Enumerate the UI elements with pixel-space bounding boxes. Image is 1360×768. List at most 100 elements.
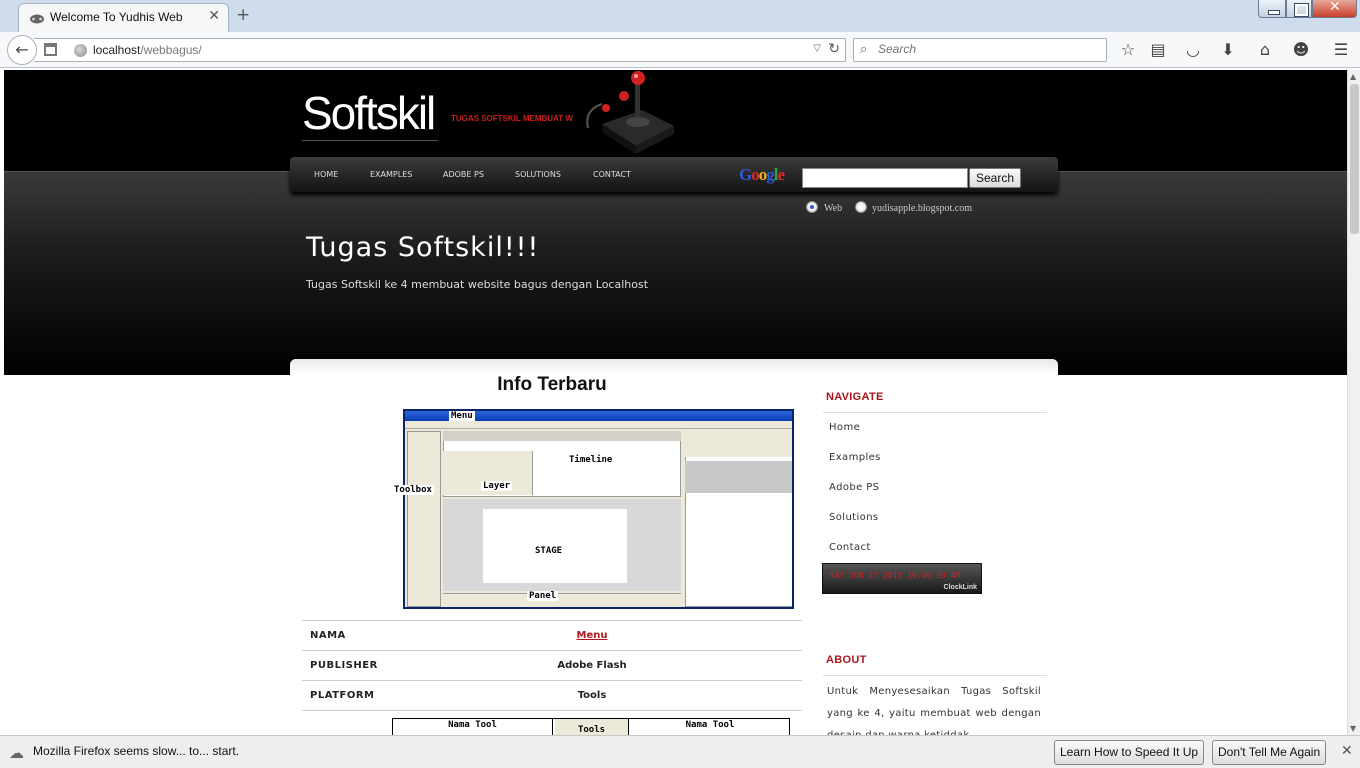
browser-searchbar[interactable]: ⌕ — [853, 38, 1107, 62]
nav-item-solutions[interactable]: SOLUTIONS — [515, 170, 561, 179]
flash-library-header — [685, 431, 792, 457]
pocket-icon[interactable]: ◡ — [1182, 40, 1204, 62]
nav-item-contact[interactable]: CONTACT — [593, 170, 631, 179]
library-icon[interactable] — [44, 43, 57, 56]
window-minimize-button[interactable] — [1258, 0, 1286, 18]
search-input[interactable] — [878, 42, 1098, 56]
flash-library-preview — [685, 461, 792, 493]
browser-tab[interactable]: Welcome To Yudhis Web ✕ — [18, 3, 229, 32]
google-search-button[interactable]: Search — [969, 168, 1021, 188]
flash-properties-panel — [443, 593, 681, 607]
hero-subtitle: Tugas Softskil ke 4 membuat website bagu… — [306, 278, 649, 291]
sidebar-divider — [823, 412, 1047, 413]
browser-navbar: localhost/webbagus/ ▽ ↻ ← ⌕ ☆ ▤ ◡ ⬇ ⌂ ☻ … — [0, 32, 1360, 68]
tool-name-header: Nama Tool — [448, 720, 497, 730]
flash-menu-strip — [405, 421, 792, 429]
radio-web-label: Web — [824, 203, 843, 214]
flash-label-timeline: Timeline — [567, 455, 615, 465]
tool-table-cell: Tools — [555, 719, 629, 735]
notification-bar: ☁ Mozilla Firefox seems slow... to... st… — [0, 735, 1360, 768]
radio-site[interactable] — [855, 201, 867, 213]
hero-title: Tugas Softskil!!! — [306, 232, 540, 263]
back-button[interactable]: ← — [7, 35, 37, 65]
nav-item-home[interactable]: HOME — [314, 170, 338, 179]
scroll-thumb[interactable] — [1350, 84, 1359, 234]
url-bar[interactable]: localhost/webbagus/ ▽ ↻ — [34, 38, 846, 62]
new-tab-icon[interactable]: + — [236, 5, 250, 25]
sidebar-link-examples[interactable]: Examples — [829, 452, 881, 463]
table-row: PUBLISHER Adobe Flash — [302, 650, 802, 680]
home-icon[interactable]: ⌂ — [1254, 40, 1276, 62]
tab-title: Welcome To Yudhis Web — [50, 10, 183, 24]
notification-text: Mozilla Firefox seems slow... to... star… — [33, 744, 240, 758]
close-icon: ✕ — [1329, 0, 1341, 15]
table-row: NAMA Menu — [302, 620, 802, 650]
nav-item-examples[interactable]: EXAMPLES — [370, 170, 412, 179]
flash-label-stage: STAGE — [535, 546, 563, 556]
table-row: PLATFORM Tools — [302, 680, 802, 710]
flash-label-layer: Layer — [481, 481, 513, 491]
window-maximize-button[interactable] — [1286, 0, 1312, 18]
search-icon: ⌕ — [860, 42, 868, 57]
url-dropdown-icon[interactable]: ▽ — [813, 43, 821, 54]
flash-ui-screenshot: Menu Timeline Layer STAGE Panel — [403, 409, 794, 609]
sidebar-link-home[interactable]: Home — [829, 422, 860, 433]
clock-text: SAT JUN 27 2015 10:46:39 AM — [830, 571, 961, 580]
hamburger-menu-icon[interactable]: ☰ — [1330, 40, 1352, 62]
tool-name-header: Nama Tool — [685, 720, 735, 730]
table-divider — [302, 710, 802, 711]
clock-widget[interactable]: SAT JUN 27 2015 10:46:39 AM ClockLink — [822, 563, 982, 594]
learn-speed-up-button[interactable]: Learn How to Speed It Up — [1054, 740, 1205, 765]
reload-icon[interactable]: ↻ — [828, 41, 840, 57]
sidebar-link-solutions[interactable]: Solutions — [829, 512, 879, 523]
flash-label-toolbox: Toolbox — [392, 485, 434, 495]
sidebar-link-adobe-ps[interactable]: Adobe PS — [829, 482, 879, 493]
url-path: /webbagus/ — [140, 43, 202, 57]
google-logo: Google — [739, 165, 785, 184]
sidebar-link-contact[interactable]: Contact — [829, 542, 871, 553]
flash-toolbox — [407, 431, 441, 607]
joystick-icon — [586, 71, 674, 154]
browser-titlebar: Welcome To Yudhis Web ✕ + ✕ — [0, 0, 1360, 32]
download-icon[interactable]: ⬇ — [1217, 40, 1239, 62]
url-text[interactable]: localhost/webbagus/ — [93, 43, 202, 57]
google-search-input[interactable] — [802, 168, 968, 188]
tool-table-cell: Nama Tool — [631, 719, 789, 735]
window-close-button[interactable]: ✕ — [1312, 0, 1357, 18]
flash-timeline-header — [443, 431, 681, 441]
web-page: Softskil TUGAS SOFTSKIL MEMBUAT W HOME E… — [4, 70, 1347, 735]
url-host: localhost — [93, 43, 141, 57]
tab-close-icon[interactable]: ✕ — [208, 8, 220, 24]
page-scrollbar[interactable]: ▲ ▼ — [1347, 70, 1360, 735]
sidebar-navigate-heading: NAVIGATE — [826, 391, 884, 403]
dont-tell-again-button[interactable]: Don't Tell Me Again — [1212, 740, 1327, 765]
nav-item-adobe-ps[interactable]: ADOBE PS — [443, 170, 484, 179]
row-value-link[interactable]: Menu — [542, 630, 642, 641]
reading-list-icon[interactable]: ▤ — [1147, 40, 1169, 62]
notification-close-icon[interactable]: ✕ — [1341, 743, 1353, 759]
row-value: Tools — [577, 690, 607, 701]
row-key: PLATFORM — [310, 690, 375, 701]
tool-table: Nama Tool Tools Nama Tool — [392, 718, 790, 735]
site-logo[interactable]: Softskil — [302, 86, 436, 140]
radio-web[interactable] — [806, 201, 818, 213]
hello-chat-icon[interactable]: ☻ — [1290, 40, 1312, 62]
scroll-down-icon[interactable]: ▼ — [1350, 724, 1356, 733]
tool-image-label: Tools — [577, 725, 606, 735]
clock-brand: ClockLink — [943, 584, 977, 591]
row-key: NAMA — [310, 630, 346, 641]
bookmark-star-icon[interactable]: ☆ — [1117, 40, 1139, 62]
row-value: Adobe Flash — [557, 660, 627, 671]
flash-label-panel: Panel — [527, 591, 559, 601]
about-text: Untuk Menyesesaikan Tugas Softskil yang … — [827, 686, 1041, 735]
scroll-up-icon[interactable]: ▲ — [1350, 72, 1356, 81]
firefox-slow-icon: ☁ — [9, 744, 24, 762]
info-title: Info Terbaru — [497, 374, 607, 395]
globe-icon — [74, 44, 87, 57]
logo-underline — [302, 140, 438, 141]
tool-table-cell: Nama Tool — [393, 719, 553, 735]
sidebar-about-heading: ABOUT — [826, 654, 867, 666]
flash-label-menu: Menu — [449, 411, 475, 421]
flash-library-panel — [685, 431, 792, 607]
radio-site-label: yudisapple.blogspot.com — [872, 203, 972, 214]
